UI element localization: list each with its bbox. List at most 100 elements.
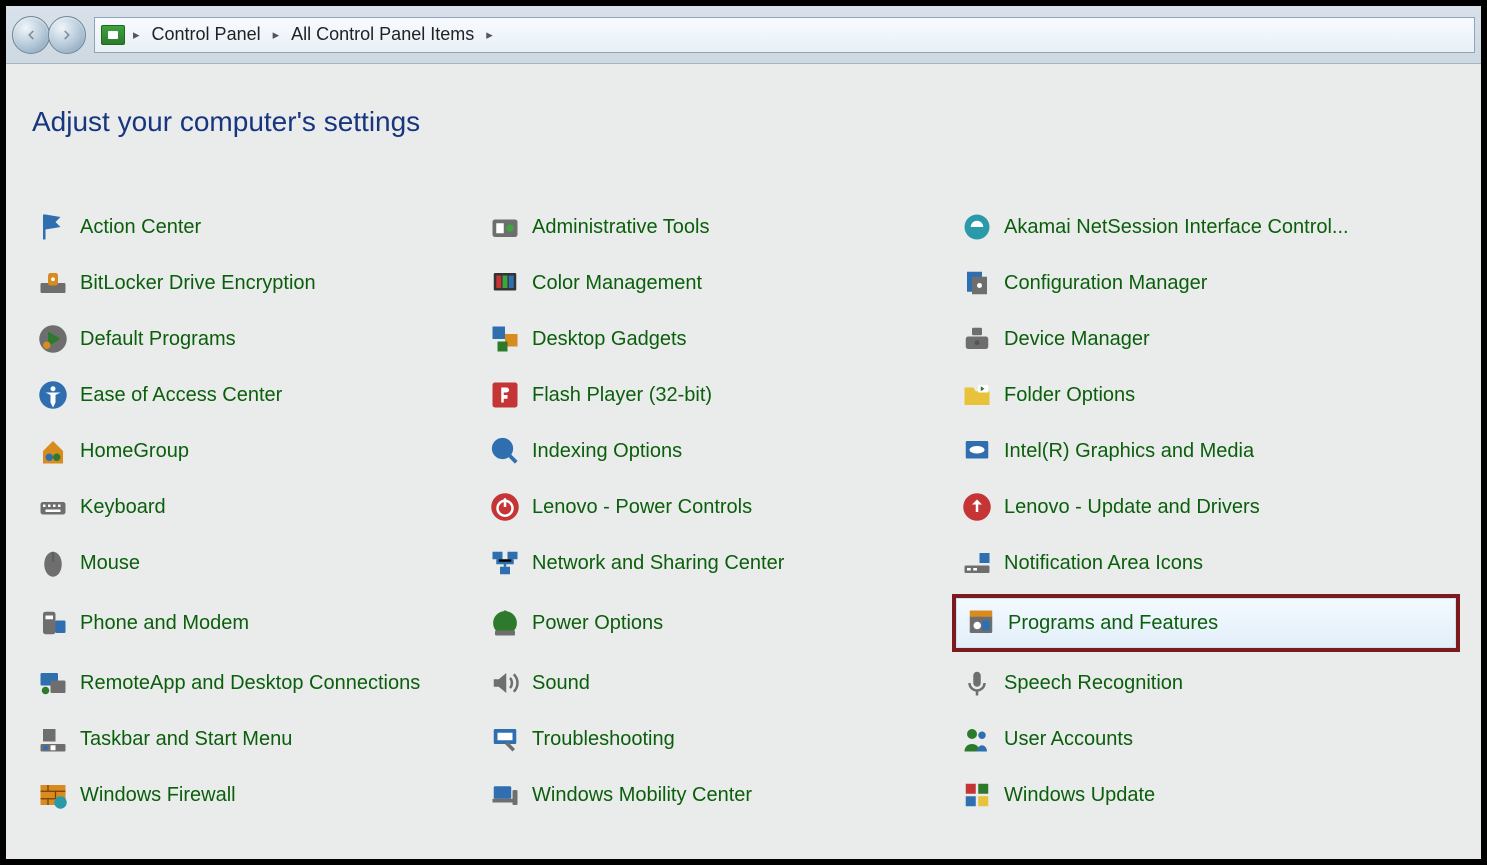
back-button[interactable] bbox=[12, 16, 50, 54]
speech-icon bbox=[962, 668, 992, 698]
phone-icon bbox=[38, 608, 68, 638]
notification-icon bbox=[962, 548, 992, 578]
item-label: Notification Area Icons bbox=[1004, 552, 1203, 575]
mobility-icon bbox=[490, 780, 520, 810]
flash-player-item[interactable]: Flash Player (32-bit) bbox=[484, 376, 934, 414]
item-label: RemoteApp and Desktop Connections bbox=[80, 672, 420, 695]
device-mgr-icon bbox=[962, 324, 992, 354]
item-label: HomeGroup bbox=[80, 440, 189, 463]
content-area: Adjust your computer's settings Action C… bbox=[6, 64, 1481, 834]
flag-icon bbox=[38, 212, 68, 242]
page-heading: Adjust your computer's settings bbox=[32, 106, 1455, 138]
sound-item[interactable]: Sound bbox=[484, 664, 934, 702]
lenovo-power-icon bbox=[490, 492, 520, 522]
bitlocker-item[interactable]: BitLocker Drive Encryption bbox=[32, 264, 462, 302]
default-programs-icon bbox=[38, 324, 68, 354]
item-label: Configuration Manager bbox=[1004, 272, 1207, 295]
item-label: Keyboard bbox=[80, 496, 166, 519]
folder-options-item[interactable]: Folder Options bbox=[956, 376, 1456, 414]
network-sharing-item[interactable]: Network and Sharing Center bbox=[484, 544, 934, 582]
item-label: Programs and Features bbox=[1008, 612, 1218, 635]
remoteapp-item[interactable]: RemoteApp and Desktop Connections bbox=[32, 664, 462, 702]
color-management-item[interactable]: Color Management bbox=[484, 264, 934, 302]
item-label: Windows Firewall bbox=[80, 784, 236, 807]
intel-icon bbox=[962, 436, 992, 466]
akamai-item[interactable]: Akamai NetSession Interface Control... bbox=[956, 208, 1456, 246]
device-manager-item[interactable]: Device Manager bbox=[956, 320, 1456, 358]
breadcrumb-all-items[interactable]: All Control Panel Items bbox=[287, 22, 478, 47]
lenovo-update-icon bbox=[962, 492, 992, 522]
speech-recognition-item[interactable]: Speech Recognition bbox=[956, 664, 1456, 702]
sound-icon bbox=[490, 668, 520, 698]
lenovo-update-item[interactable]: Lenovo - Update and Drivers bbox=[956, 488, 1456, 526]
config-mgr-icon bbox=[962, 268, 992, 298]
firewall-icon bbox=[38, 780, 68, 810]
item-label: Indexing Options bbox=[532, 440, 682, 463]
item-label: Windows Update bbox=[1004, 784, 1155, 807]
ease-of-access-item[interactable]: Ease of Access Center bbox=[32, 376, 462, 414]
indexing-options-item[interactable]: Indexing Options bbox=[484, 432, 934, 470]
color-mgmt-icon bbox=[490, 268, 520, 298]
configuration-manager-item[interactable]: Configuration Manager bbox=[956, 264, 1456, 302]
default-programs-item[interactable]: Default Programs bbox=[32, 320, 462, 358]
admin-tools-icon bbox=[490, 212, 520, 242]
item-label: Taskbar and Start Menu bbox=[80, 728, 292, 751]
mouse-icon bbox=[38, 548, 68, 578]
item-label: Speech Recognition bbox=[1004, 672, 1183, 695]
chevron-right-icon: ▸ bbox=[269, 27, 284, 43]
item-label: Action Center bbox=[80, 216, 201, 239]
phone-modem-item[interactable]: Phone and Modem bbox=[32, 600, 462, 646]
item-label: Administrative Tools bbox=[532, 216, 709, 239]
desktop-gadgets-item[interactable]: Desktop Gadgets bbox=[484, 320, 934, 358]
lenovo-power-item[interactable]: Lenovo - Power Controls bbox=[484, 488, 934, 526]
power-icon bbox=[490, 608, 520, 638]
item-label: Troubleshooting bbox=[532, 728, 675, 751]
arrow-right-icon bbox=[60, 28, 74, 42]
update-icon bbox=[962, 780, 992, 810]
item-label: Sound bbox=[532, 672, 590, 695]
item-label: Akamai NetSession Interface Control... bbox=[1004, 216, 1349, 239]
item-label: Default Programs bbox=[80, 328, 236, 351]
item-label: Windows Mobility Center bbox=[532, 784, 752, 807]
item-label: Lenovo - Update and Drivers bbox=[1004, 496, 1260, 519]
taskbar-icon bbox=[38, 724, 68, 754]
mouse-item[interactable]: Mouse bbox=[32, 544, 462, 582]
item-label: Flash Player (32-bit) bbox=[532, 384, 712, 407]
chevron-right-icon: ▸ bbox=[482, 27, 497, 43]
windows-mobility-item[interactable]: Windows Mobility Center bbox=[484, 776, 934, 814]
administrative-tools-item[interactable]: Administrative Tools bbox=[484, 208, 934, 246]
keyboard-item[interactable]: Keyboard bbox=[32, 488, 462, 526]
action-center-item[interactable]: Action Center bbox=[32, 208, 462, 246]
remoteapp-icon bbox=[38, 668, 68, 698]
chevron-right-icon: ▸ bbox=[129, 27, 144, 43]
item-label: Ease of Access Center bbox=[80, 384, 282, 407]
item-label: Lenovo - Power Controls bbox=[532, 496, 752, 519]
troubleshooting-item[interactable]: Troubleshooting bbox=[484, 720, 934, 758]
homegroup-icon bbox=[38, 436, 68, 466]
breadcrumb-control-panel[interactable]: Control Panel bbox=[148, 22, 265, 47]
folder-icon bbox=[962, 380, 992, 410]
item-label: BitLocker Drive Encryption bbox=[80, 272, 316, 295]
forward-button[interactable] bbox=[48, 16, 86, 54]
notification-area-item[interactable]: Notification Area Icons bbox=[956, 544, 1456, 582]
ease-access-icon bbox=[38, 380, 68, 410]
windows-update-item[interactable]: Windows Update bbox=[956, 776, 1456, 814]
address-bar[interactable]: ▸ Control Panel ▸ All Control Panel Item… bbox=[94, 17, 1475, 53]
intel-graphics-item[interactable]: Intel(R) Graphics and Media bbox=[956, 432, 1456, 470]
item-label: User Accounts bbox=[1004, 728, 1133, 751]
control-panel-items-grid: Action Center Administrative Tools Akama… bbox=[32, 208, 1455, 814]
item-label: Phone and Modem bbox=[80, 612, 249, 635]
item-label: Mouse bbox=[80, 552, 140, 575]
control-panel-icon bbox=[101, 25, 125, 45]
akamai-icon bbox=[962, 212, 992, 242]
troubleshoot-icon bbox=[490, 724, 520, 754]
user-accounts-item[interactable]: User Accounts bbox=[956, 720, 1456, 758]
programs-features-item[interactable]: Programs and Features bbox=[952, 594, 1460, 652]
item-label: Folder Options bbox=[1004, 384, 1135, 407]
homegroup-item[interactable]: HomeGroup bbox=[32, 432, 462, 470]
taskbar-start-item[interactable]: Taskbar and Start Menu bbox=[32, 720, 462, 758]
power-options-item[interactable]: Power Options bbox=[484, 600, 934, 646]
windows-firewall-item[interactable]: Windows Firewall bbox=[32, 776, 462, 814]
navigation-bar: ▸ Control Panel ▸ All Control Panel Item… bbox=[6, 6, 1481, 64]
indexing-icon bbox=[490, 436, 520, 466]
